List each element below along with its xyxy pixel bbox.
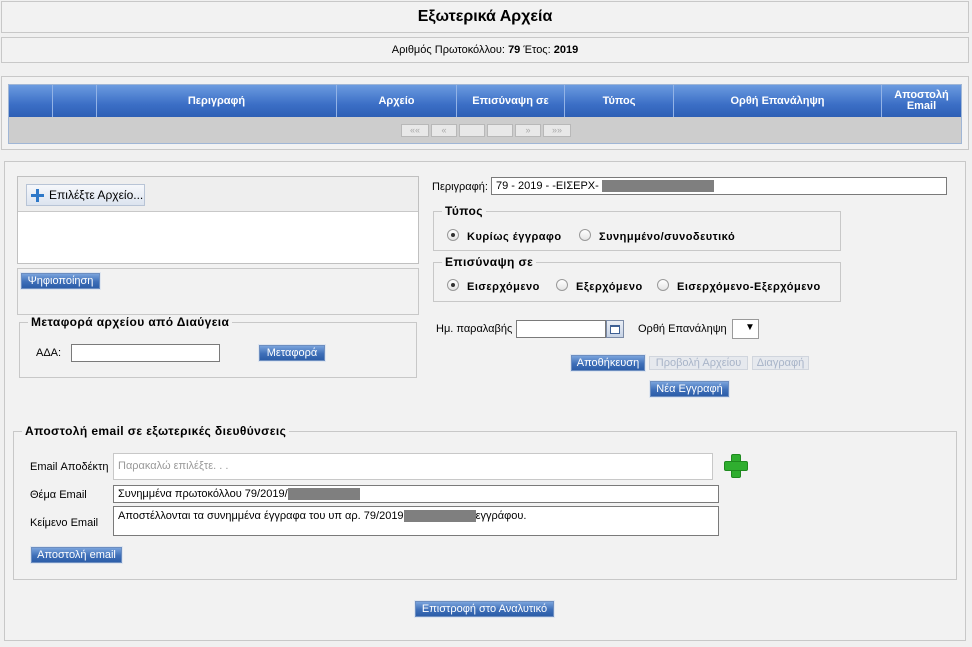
body-value-start: Αποστέλλονται τα συνημμένα έγγραφα του υ… bbox=[118, 510, 404, 522]
receipt-date-input[interactable] bbox=[516, 320, 606, 338]
attach-incoming-radio[interactable] bbox=[447, 279, 459, 291]
diavgeia-legend: Μεταφορά αρχείου από Διαύγεια bbox=[31, 315, 230, 329]
attach-outgoing-radio[interactable] bbox=[556, 279, 568, 291]
type-attachment-label[interactable]: Συνημμένο/συνοδευτικό bbox=[599, 231, 735, 243]
attach-both-radio[interactable] bbox=[657, 279, 669, 291]
title-bar: Εξωτερικά Αρχεία bbox=[1, 1, 969, 33]
add-recipient-icon[interactable] bbox=[723, 453, 748, 478]
transfer-button[interactable]: Μεταφορά bbox=[259, 345, 325, 361]
ada-label: ΑΔΑ: bbox=[36, 347, 62, 359]
new-record-button[interactable]: Νέα Εγγραφή bbox=[650, 381, 729, 397]
redacted-block bbox=[403, 510, 476, 523]
attach-both-label[interactable]: Εισερχόμενο-Εξερχόμενο bbox=[677, 281, 821, 293]
attach-fieldset: Επισύναψη σε bbox=[433, 255, 841, 302]
body-value-end: εγγράφου. bbox=[475, 510, 527, 522]
recipient-input[interactable]: Παρακαλώ επιλέξτε. . . bbox=[113, 453, 713, 480]
pager-next-button[interactable]: » bbox=[515, 124, 541, 137]
chevron-down-icon: ▼ bbox=[745, 322, 755, 333]
type-legend: Τύπος bbox=[445, 204, 483, 218]
view-file-button[interactable]: Προβολή Αρχείου bbox=[649, 356, 748, 370]
calendar-icon[interactable] bbox=[606, 320, 624, 338]
description-input[interactable]: 79 - 2019 - -ΕΙΣΕΡΧ- bbox=[491, 177, 947, 195]
protocol-info: Αριθμός Πρωτοκόλλου: 79 Έτος: 2019 bbox=[1, 37, 969, 63]
upload-toolbar: Επιλέξτε Αρχείο... bbox=[18, 177, 418, 212]
scan-button[interactable]: Ψηφιοποίηση bbox=[21, 273, 100, 289]
description-value: 79 - 2019 - -ΕΙΣΕΡΧ- bbox=[496, 180, 602, 192]
repeat-select[interactable]: ▼ bbox=[732, 319, 759, 339]
grid-col-repeat[interactable]: Ορθή Επανάληψη bbox=[674, 85, 882, 117]
grid-col-attach[interactable]: Επισύναψη σε bbox=[457, 85, 565, 117]
body-label: Κείμενο Email bbox=[30, 517, 99, 529]
repeat-label: Ορθή Επανάληψη bbox=[638, 323, 727, 335]
pager-first-button[interactable]: «« bbox=[401, 124, 429, 137]
choose-file-button[interactable]: Επιλέξτε Αρχείο... bbox=[26, 184, 145, 206]
files-grid: Περιγραφή Αρχείο Επισύναψη σε Τύπος Ορθή… bbox=[8, 84, 962, 144]
grid-col-actions[interactable] bbox=[53, 85, 97, 117]
grid-col-description[interactable]: Περιγραφή bbox=[97, 85, 337, 117]
grid-col-type[interactable]: Τύπος bbox=[565, 85, 674, 117]
grid-col-email[interactable]: Αποστολή Email bbox=[882, 85, 961, 117]
grid-col-select[interactable] bbox=[9, 85, 53, 117]
delete-button[interactable]: Διαγραφή bbox=[752, 356, 809, 370]
protocol-year: 2019 bbox=[553, 44, 579, 56]
back-to-detail-button[interactable]: Επιστροφή στο Αναλυτικό bbox=[415, 601, 554, 617]
send-email-button[interactable]: Αποστολή email bbox=[31, 547, 122, 563]
pager-prev-button[interactable]: « bbox=[431, 124, 457, 137]
attach-incoming-label[interactable]: Εισερχόμενο bbox=[467, 281, 540, 293]
type-main-label[interactable]: Κυρίως έγγραφο bbox=[467, 231, 562, 243]
pager-last-button[interactable]: »» bbox=[543, 124, 571, 137]
protocol-number: 79 bbox=[508, 44, 521, 56]
subject-input[interactable]: Συνημμένα πρωτοκόλλου 79/2019/ bbox=[113, 485, 719, 503]
pager-page-box[interactable] bbox=[487, 124, 513, 137]
pager-page-box[interactable] bbox=[459, 124, 485, 137]
redacted-block bbox=[601, 180, 714, 193]
attach-legend: Επισύναψη σε bbox=[445, 255, 534, 269]
body-textarea[interactable]: Αποστέλλονται τα συνημμένα έγγραφα του υ… bbox=[113, 506, 719, 536]
attach-outgoing-label[interactable]: Εξερχόμενο bbox=[576, 281, 643, 293]
choose-file-label: Επιλέξτε Αρχείο... bbox=[49, 188, 144, 202]
type-fieldset: Τύπος bbox=[433, 204, 841, 251]
receipt-date-label: Ημ. παραλαβής bbox=[436, 323, 513, 335]
ada-input[interactable] bbox=[71, 344, 220, 362]
subject-label: Θέμα Email bbox=[30, 489, 87, 501]
save-button[interactable]: Αποθήκευση bbox=[571, 355, 645, 371]
subject-value: Συνημμένα πρωτοκόλλου 79/2019/ bbox=[118, 488, 288, 500]
plus-icon bbox=[31, 189, 44, 202]
type-attachment-radio[interactable] bbox=[579, 229, 591, 241]
upload-area[interactable]: Επιλέξτε Αρχείο... bbox=[17, 176, 419, 264]
type-main-radio[interactable] bbox=[447, 229, 459, 241]
protocol-year-label: Έτος: bbox=[523, 44, 551, 56]
grid-pager: «« « » »» bbox=[9, 117, 961, 143]
grid-col-file[interactable]: Αρχείο bbox=[337, 85, 457, 117]
page-title: Εξωτερικά Αρχεία bbox=[417, 8, 553, 25]
email-legend: Αποστολή email σε εξωτερικές διευθύνσεις bbox=[25, 424, 287, 438]
protocol-number-label: Αριθμός Πρωτοκόλλου: bbox=[391, 44, 505, 56]
redacted-block bbox=[287, 488, 360, 501]
recipient-label: Email Αποδέκτη bbox=[30, 461, 109, 473]
description-label: Περιγραφή: bbox=[432, 181, 488, 193]
scan-area: Ψηφιοποίηση bbox=[17, 268, 419, 315]
grid-header: Περιγραφή Αρχείο Επισύναψη σε Τύπος Ορθή… bbox=[9, 85, 961, 117]
